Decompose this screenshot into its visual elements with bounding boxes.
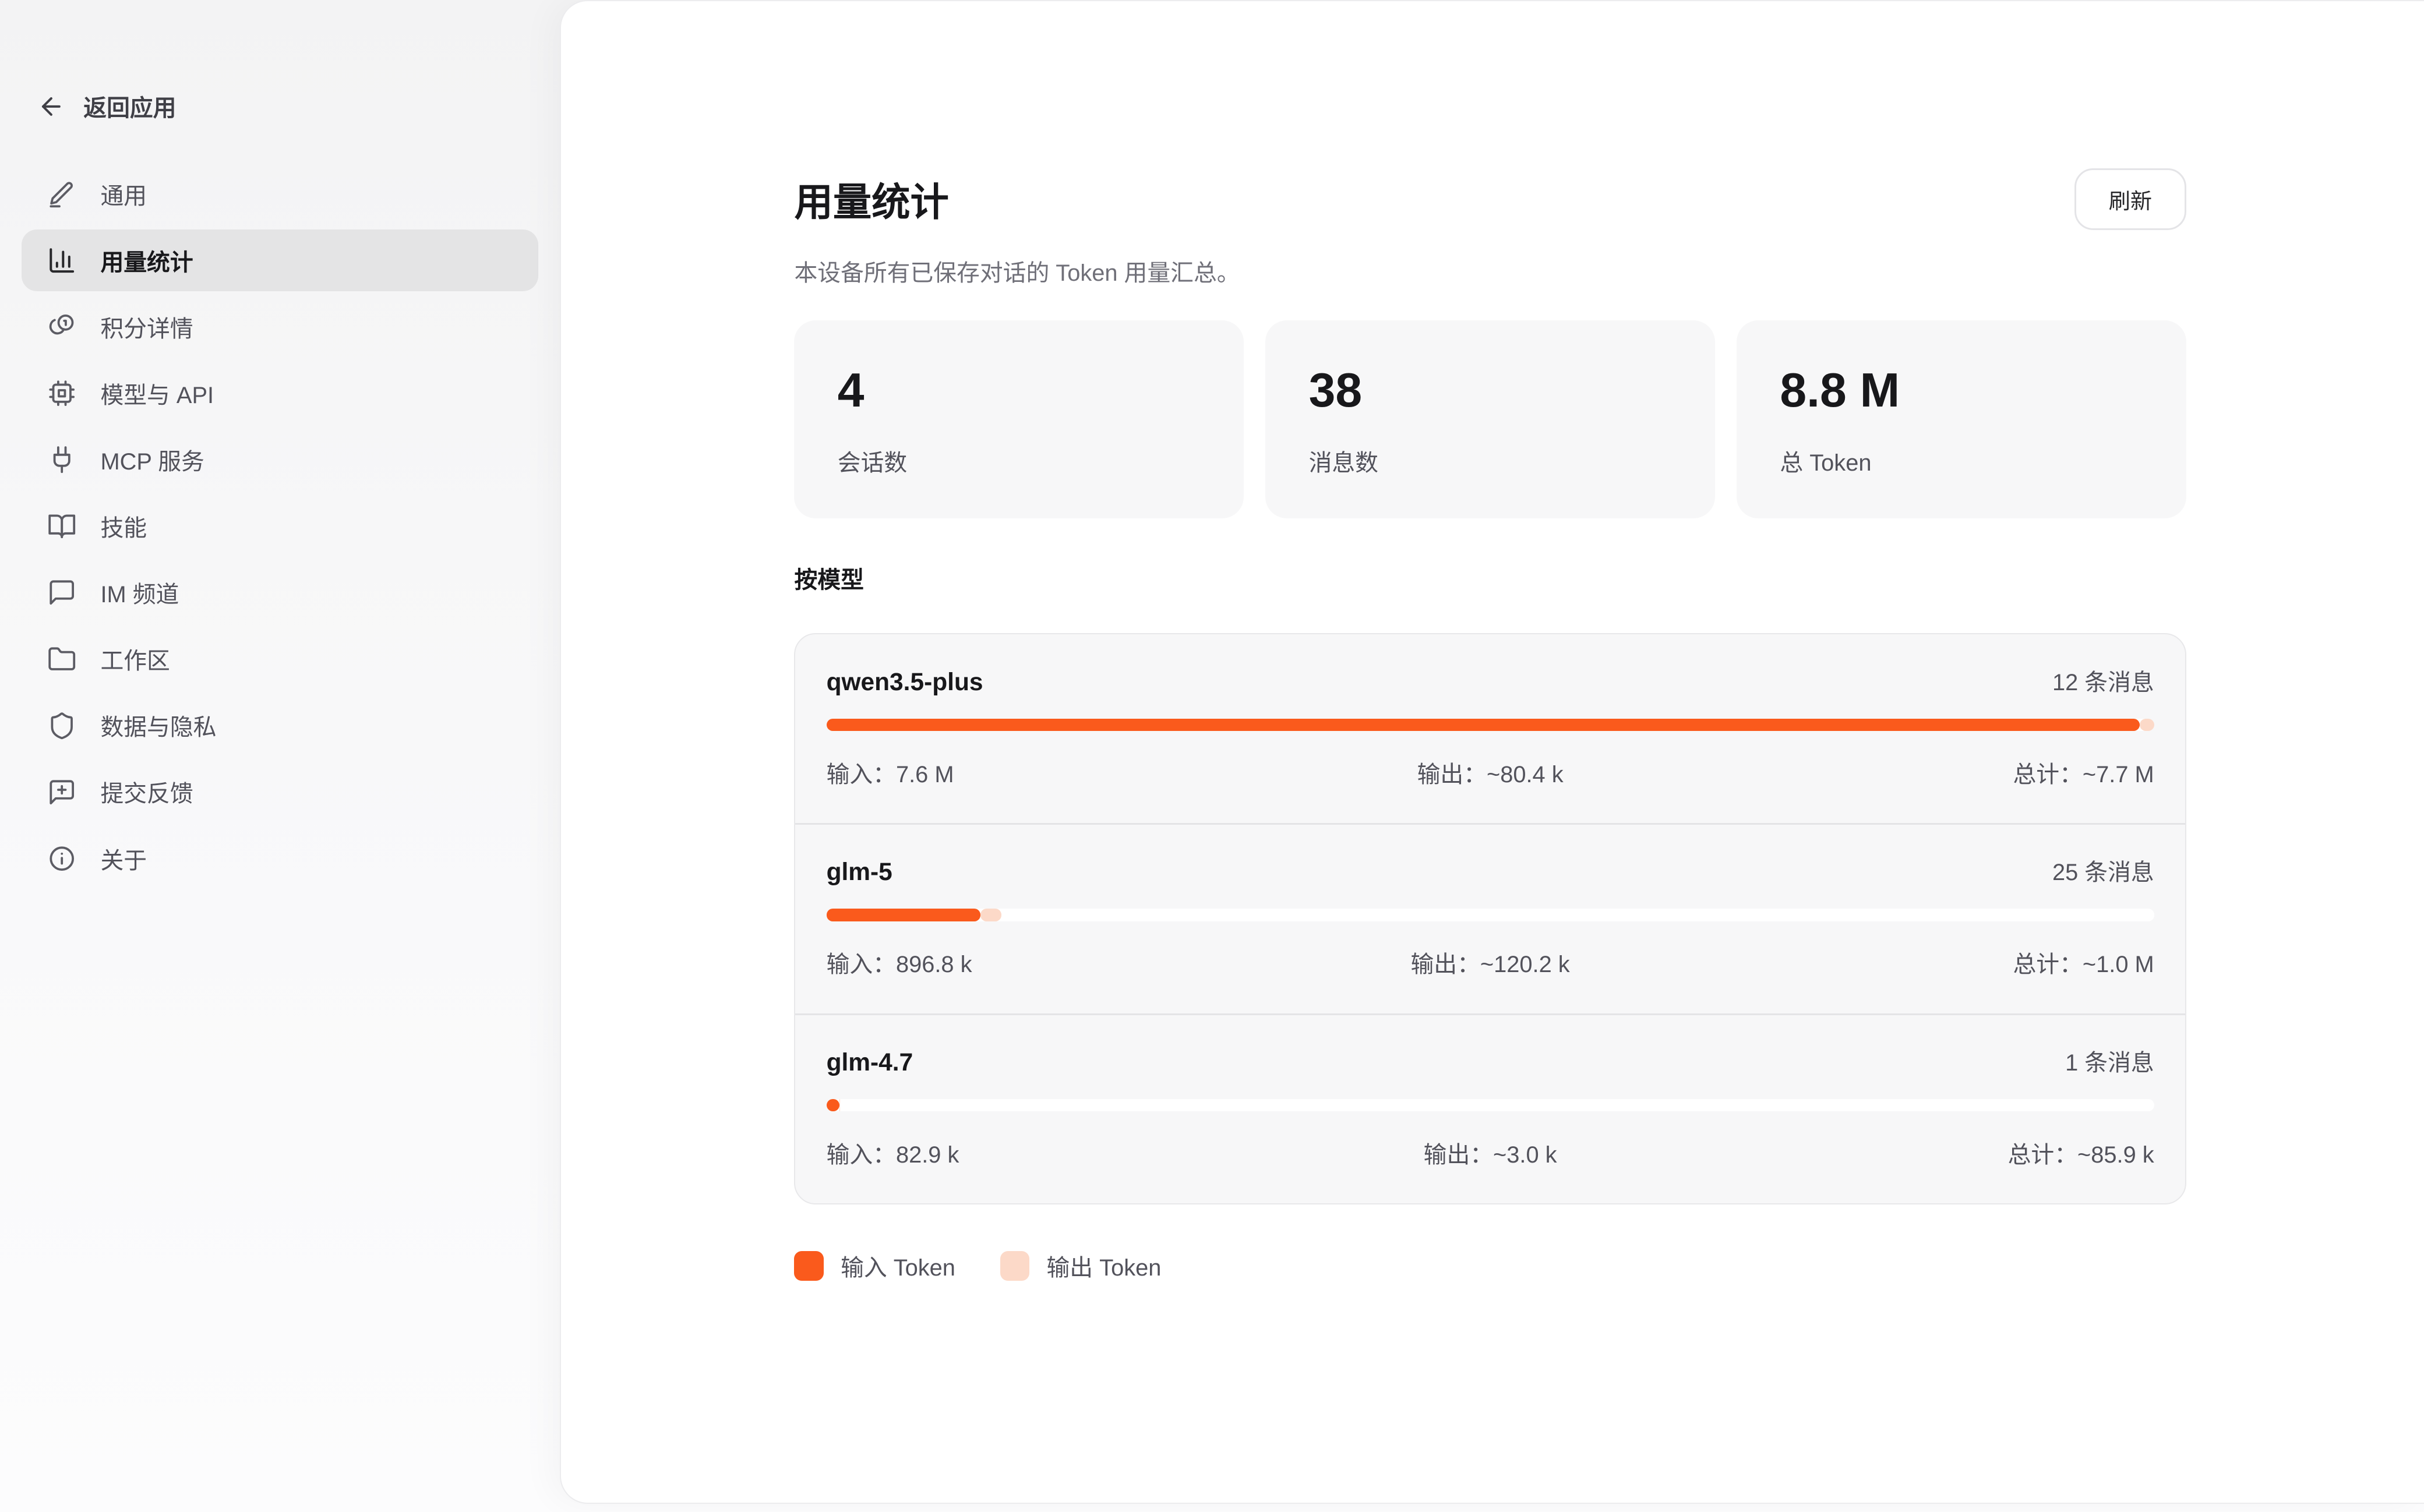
output-bar-segment [980, 909, 1001, 921]
message-icon [47, 577, 77, 608]
input-swatch-icon [794, 1251, 823, 1280]
output-bar-segment [839, 1099, 840, 1111]
feedback-icon [47, 776, 77, 807]
model-message-count: 12 条消息 [2052, 664, 2154, 697]
coins-icon [47, 312, 77, 342]
sessions-label: 会话数 [838, 444, 1201, 478]
total-tokens-card: 8.8 M 总 Token [1737, 320, 2186, 518]
sidebar-nav: 通用 用量统计 积分详情 模型与 API [22, 163, 538, 889]
messages-value: 38 [1309, 363, 1672, 418]
total-tokens-value: 8.8 M [1780, 363, 2143, 418]
legend: 输入 Token 输出 Token [794, 1249, 2186, 1283]
input-bar-segment [827, 719, 2140, 731]
info-icon [47, 843, 77, 874]
total-stat: 总计：~1.0 M [1712, 946, 2154, 979]
app-window: 返回应用 通用 用量统计 积分详情 [0, 0, 2424, 1512]
sidebar: 返回应用 通用 用量统计 积分详情 [0, 0, 560, 1512]
messages-card: 38 消息数 [1265, 320, 1715, 518]
sidebar-item-label: 积分详情 [100, 310, 193, 344]
total-stat: 总计：~7.7 M [1712, 756, 2154, 789]
usage-bar [827, 1099, 2154, 1111]
refresh-button[interactable]: 刷新 [2074, 168, 2186, 230]
sidebar-item-mcp[interactable]: MCP 服务 [22, 429, 538, 490]
total-stat: 总计：~85.9 k [1712, 1136, 2154, 1170]
input-bar-segment [827, 1099, 840, 1111]
input-bar-segment [827, 909, 980, 921]
main-panel: 用量统计 刷新 本设备所有已保存对话的 Token 用量汇总。 4 会话数 38… [560, 0, 2424, 1504]
legend-input: 输入 Token [794, 1249, 955, 1283]
book-open-icon [47, 511, 77, 542]
total-tokens-label: 总 Token [1780, 444, 2143, 478]
sidebar-item-about[interactable]: 关于 [22, 828, 538, 889]
usage-bar [827, 909, 2154, 921]
page-title: 用量统计 [794, 171, 948, 227]
input-stat: 输入：7.6 M [827, 756, 1269, 789]
model-name: glm-4.7 [827, 1048, 913, 1076]
sidebar-item-label: 关于 [100, 842, 147, 875]
model-message-count: 1 条消息 [2065, 1044, 2154, 1078]
sidebar-item-label: 提交反馈 [100, 775, 193, 808]
model-name: qwen3.5-plus [827, 668, 983, 696]
output-stat: 输出：~120.2 k [1269, 946, 1712, 979]
output-stat: 输出：~80.4 k [1269, 756, 1712, 789]
output-bar-segment [2140, 719, 2154, 731]
sidebar-item-label: 模型与 API [100, 377, 214, 410]
legend-output-label: 输出 Token [1047, 1249, 1162, 1283]
sidebar-item-feedback[interactable]: 提交反馈 [22, 761, 538, 823]
by-model-heading: 按模型 [794, 561, 2186, 595]
input-stat: 输入：82.9 k [827, 1136, 1269, 1170]
shield-icon [47, 710, 77, 741]
cpu-icon [47, 378, 77, 409]
model-row: glm-4.7 1 条消息 输入：82.9 k 输出：~3.0 k 总计：~85… [795, 1013, 2185, 1204]
summary-cards: 4 会话数 38 消息数 8.8 M 总 Token [794, 320, 2186, 518]
model-usage-list: qwen3.5-plus 12 条消息 输入：7.6 M 输出：~80.4 k … [794, 633, 2186, 1204]
sidebar-item-im-channels[interactable]: IM 频道 [22, 562, 538, 624]
model-name: glm-5 [827, 858, 892, 886]
plug-icon [47, 444, 77, 475]
sidebar-item-data-privacy[interactable]: 数据与隐私 [22, 695, 538, 757]
legend-output: 输出 Token [1000, 1249, 1161, 1283]
model-row: glm-5 25 条消息 输入：896.8 k 输出：~120.2 k 总计：~… [795, 823, 2185, 1013]
pen-icon [47, 178, 77, 209]
sidebar-item-label: 用量统计 [100, 244, 193, 277]
sidebar-item-label: 通用 [100, 178, 147, 211]
back-button[interactable]: 返回应用 [22, 90, 538, 123]
sidebar-item-usage-stats[interactable]: 用量统计 [22, 229, 538, 291]
back-label: 返回应用 [83, 90, 176, 123]
sidebar-item-label: MCP 服务 [100, 443, 204, 476]
sidebar-item-label: 技能 [100, 510, 147, 543]
input-stat: 输入：896.8 k [827, 946, 1269, 979]
sidebar-item-label: 工作区 [100, 642, 170, 676]
model-message-count: 25 条消息 [2052, 854, 2154, 887]
messages-label: 消息数 [1309, 444, 1672, 478]
sidebar-item-skills[interactable]: 技能 [22, 495, 538, 557]
bar-chart-icon [47, 245, 77, 276]
sidebar-item-workspace[interactable]: 工作区 [22, 628, 538, 690]
folder-icon [47, 644, 77, 674]
sidebar-item-models-api[interactable]: 模型与 API [22, 362, 538, 424]
page-header: 用量统计 刷新 [794, 168, 2186, 230]
arrow-left-icon [37, 93, 65, 121]
sessions-card: 4 会话数 [794, 320, 1244, 518]
sidebar-item-label: 数据与隐私 [100, 709, 216, 742]
page-subtitle: 本设备所有已保存对话的 Token 用量汇总。 [794, 255, 2186, 288]
sessions-value: 4 [838, 363, 1201, 418]
sidebar-item-label: IM 频道 [100, 576, 179, 609]
usage-bar [827, 719, 2154, 731]
model-row: qwen3.5-plus 12 条消息 输入：7.6 M 输出：~80.4 k … [795, 634, 2185, 823]
output-swatch-icon [1000, 1251, 1029, 1280]
legend-input-label: 输入 Token [841, 1249, 955, 1283]
output-stat: 输出：~3.0 k [1269, 1136, 1712, 1170]
sidebar-item-general[interactable]: 通用 [22, 163, 538, 225]
sidebar-item-credits[interactable]: 积分详情 [22, 296, 538, 358]
